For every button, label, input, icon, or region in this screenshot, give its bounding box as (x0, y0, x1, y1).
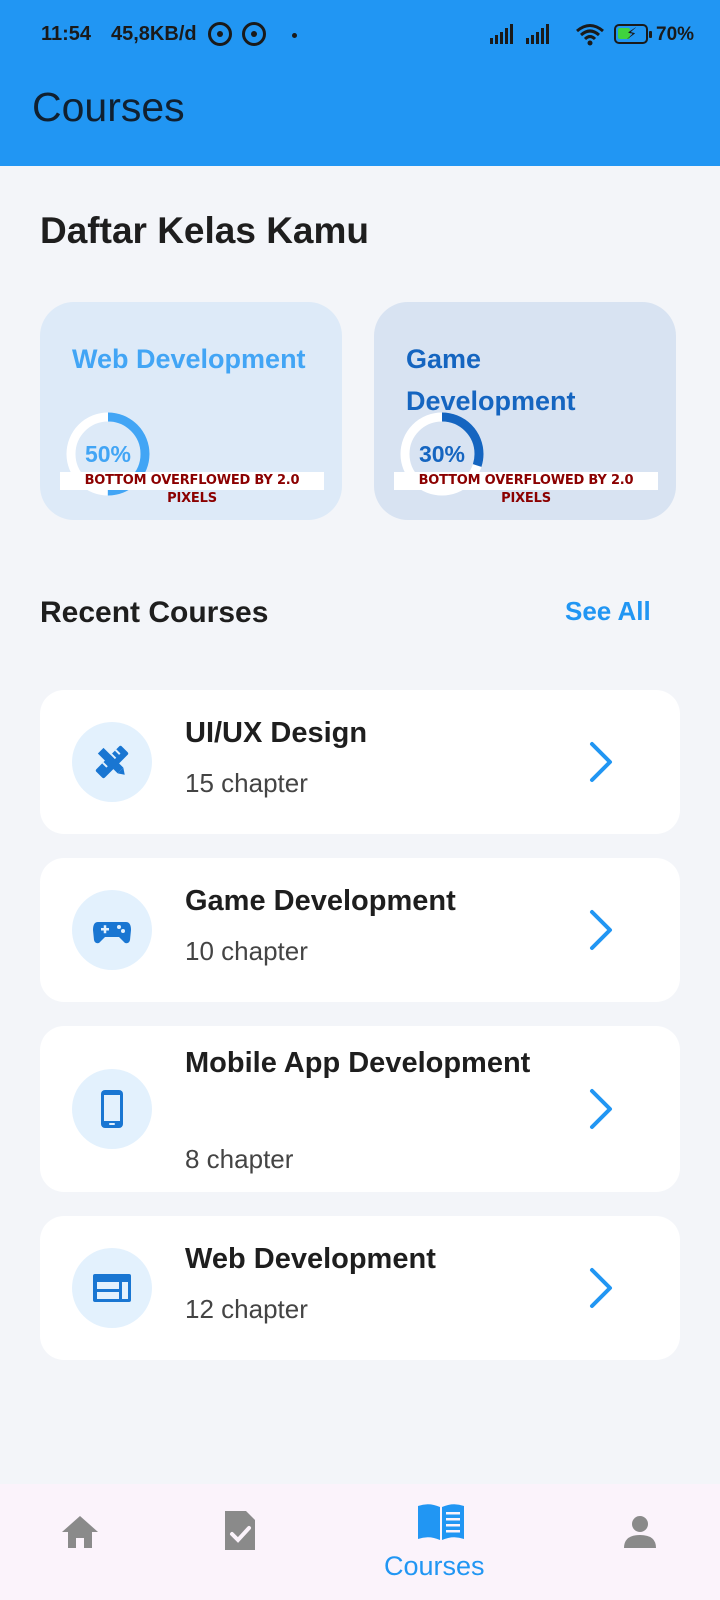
app-title: Courses (32, 84, 185, 130)
book-icon[interactable] (416, 1502, 466, 1542)
assignment-check-icon[interactable] (222, 1510, 258, 1552)
course-chapters: 8 chapter (185, 1144, 294, 1174)
signal-icon (490, 24, 513, 44)
bottom-navigation (0, 1484, 720, 1600)
course-icon-bubble (72, 890, 152, 970)
design-tools-icon (95, 745, 129, 779)
course-name: Mobile App Development (185, 1047, 531, 1079)
recent-courses-title: Recent Courses (40, 596, 269, 629)
course-name: Game Development (185, 885, 456, 917)
course-icon-bubble (72, 722, 152, 802)
battery-icon: ⚡ (614, 24, 652, 44)
status-bar: 11:54 45,8KB/d ⚡ 70% (0, 0, 720, 70)
notification-icon (208, 22, 232, 46)
course-card-uiux[interactable]: UI/UX Design 15 chapter (40, 690, 680, 834)
web-window-icon (93, 1274, 131, 1302)
network-speed: 45,8KB/d (111, 23, 197, 45)
wifi-icon (576, 24, 604, 46)
course-chapters: 15 chapter (185, 768, 308, 798)
person-icon[interactable] (622, 1514, 658, 1550)
home-icon[interactable] (60, 1514, 100, 1550)
chevron-right-icon (590, 1089, 612, 1129)
see-all-link[interactable]: See All (565, 596, 651, 627)
progress-card-web[interactable]: Web Development 50% BOTTOM OVERFLOWED BY… (40, 302, 342, 520)
app-bar: 11:54 45,8KB/d ⚡ 70% Courses (0, 0, 720, 166)
more-notifications-dot (292, 33, 297, 38)
overflow-warning: BOTTOM OVERFLOWED BY 2.0 PIXELS (394, 472, 658, 506)
smartphone-icon (101, 1090, 123, 1128)
notification-icon (242, 22, 266, 46)
course-name: UI/UX Design (185, 717, 368, 749)
course-name: Web Development (185, 1243, 436, 1275)
course-card-web[interactable]: Web Development 12 chapter (40, 1216, 680, 1360)
course-card-mobile[interactable]: Mobile App Development 8 chapter (40, 1026, 680, 1192)
gamepad-icon (93, 922, 131, 944)
overflow-warning: BOTTOM OVERFLOWED BY 2.0 PIXELS (60, 472, 324, 506)
chevron-right-icon (590, 1268, 612, 1308)
chevron-right-icon (590, 910, 612, 950)
progress-card-game[interactable]: Game Development 30% BOTTOM OVERFLOWED B… (374, 302, 676, 520)
nav-label-courses[interactable]: Courses (384, 1551, 485, 1582)
course-icon-bubble (72, 1069, 152, 1149)
progress-card-title: Web Development (72, 344, 306, 374)
signal-icon (526, 24, 549, 44)
battery-level: 70% (656, 24, 695, 45)
course-chapters: 10 chapter (185, 936, 308, 966)
status-time: 11:54 (41, 23, 92, 45)
page-title: Daftar Kelas Kamu (40, 210, 370, 251)
course-chapters: 12 chapter (185, 1294, 308, 1324)
course-icon-bubble (72, 1248, 152, 1328)
chevron-right-icon (590, 742, 612, 782)
course-card-game[interactable]: Game Development 10 chapter (40, 858, 680, 1002)
